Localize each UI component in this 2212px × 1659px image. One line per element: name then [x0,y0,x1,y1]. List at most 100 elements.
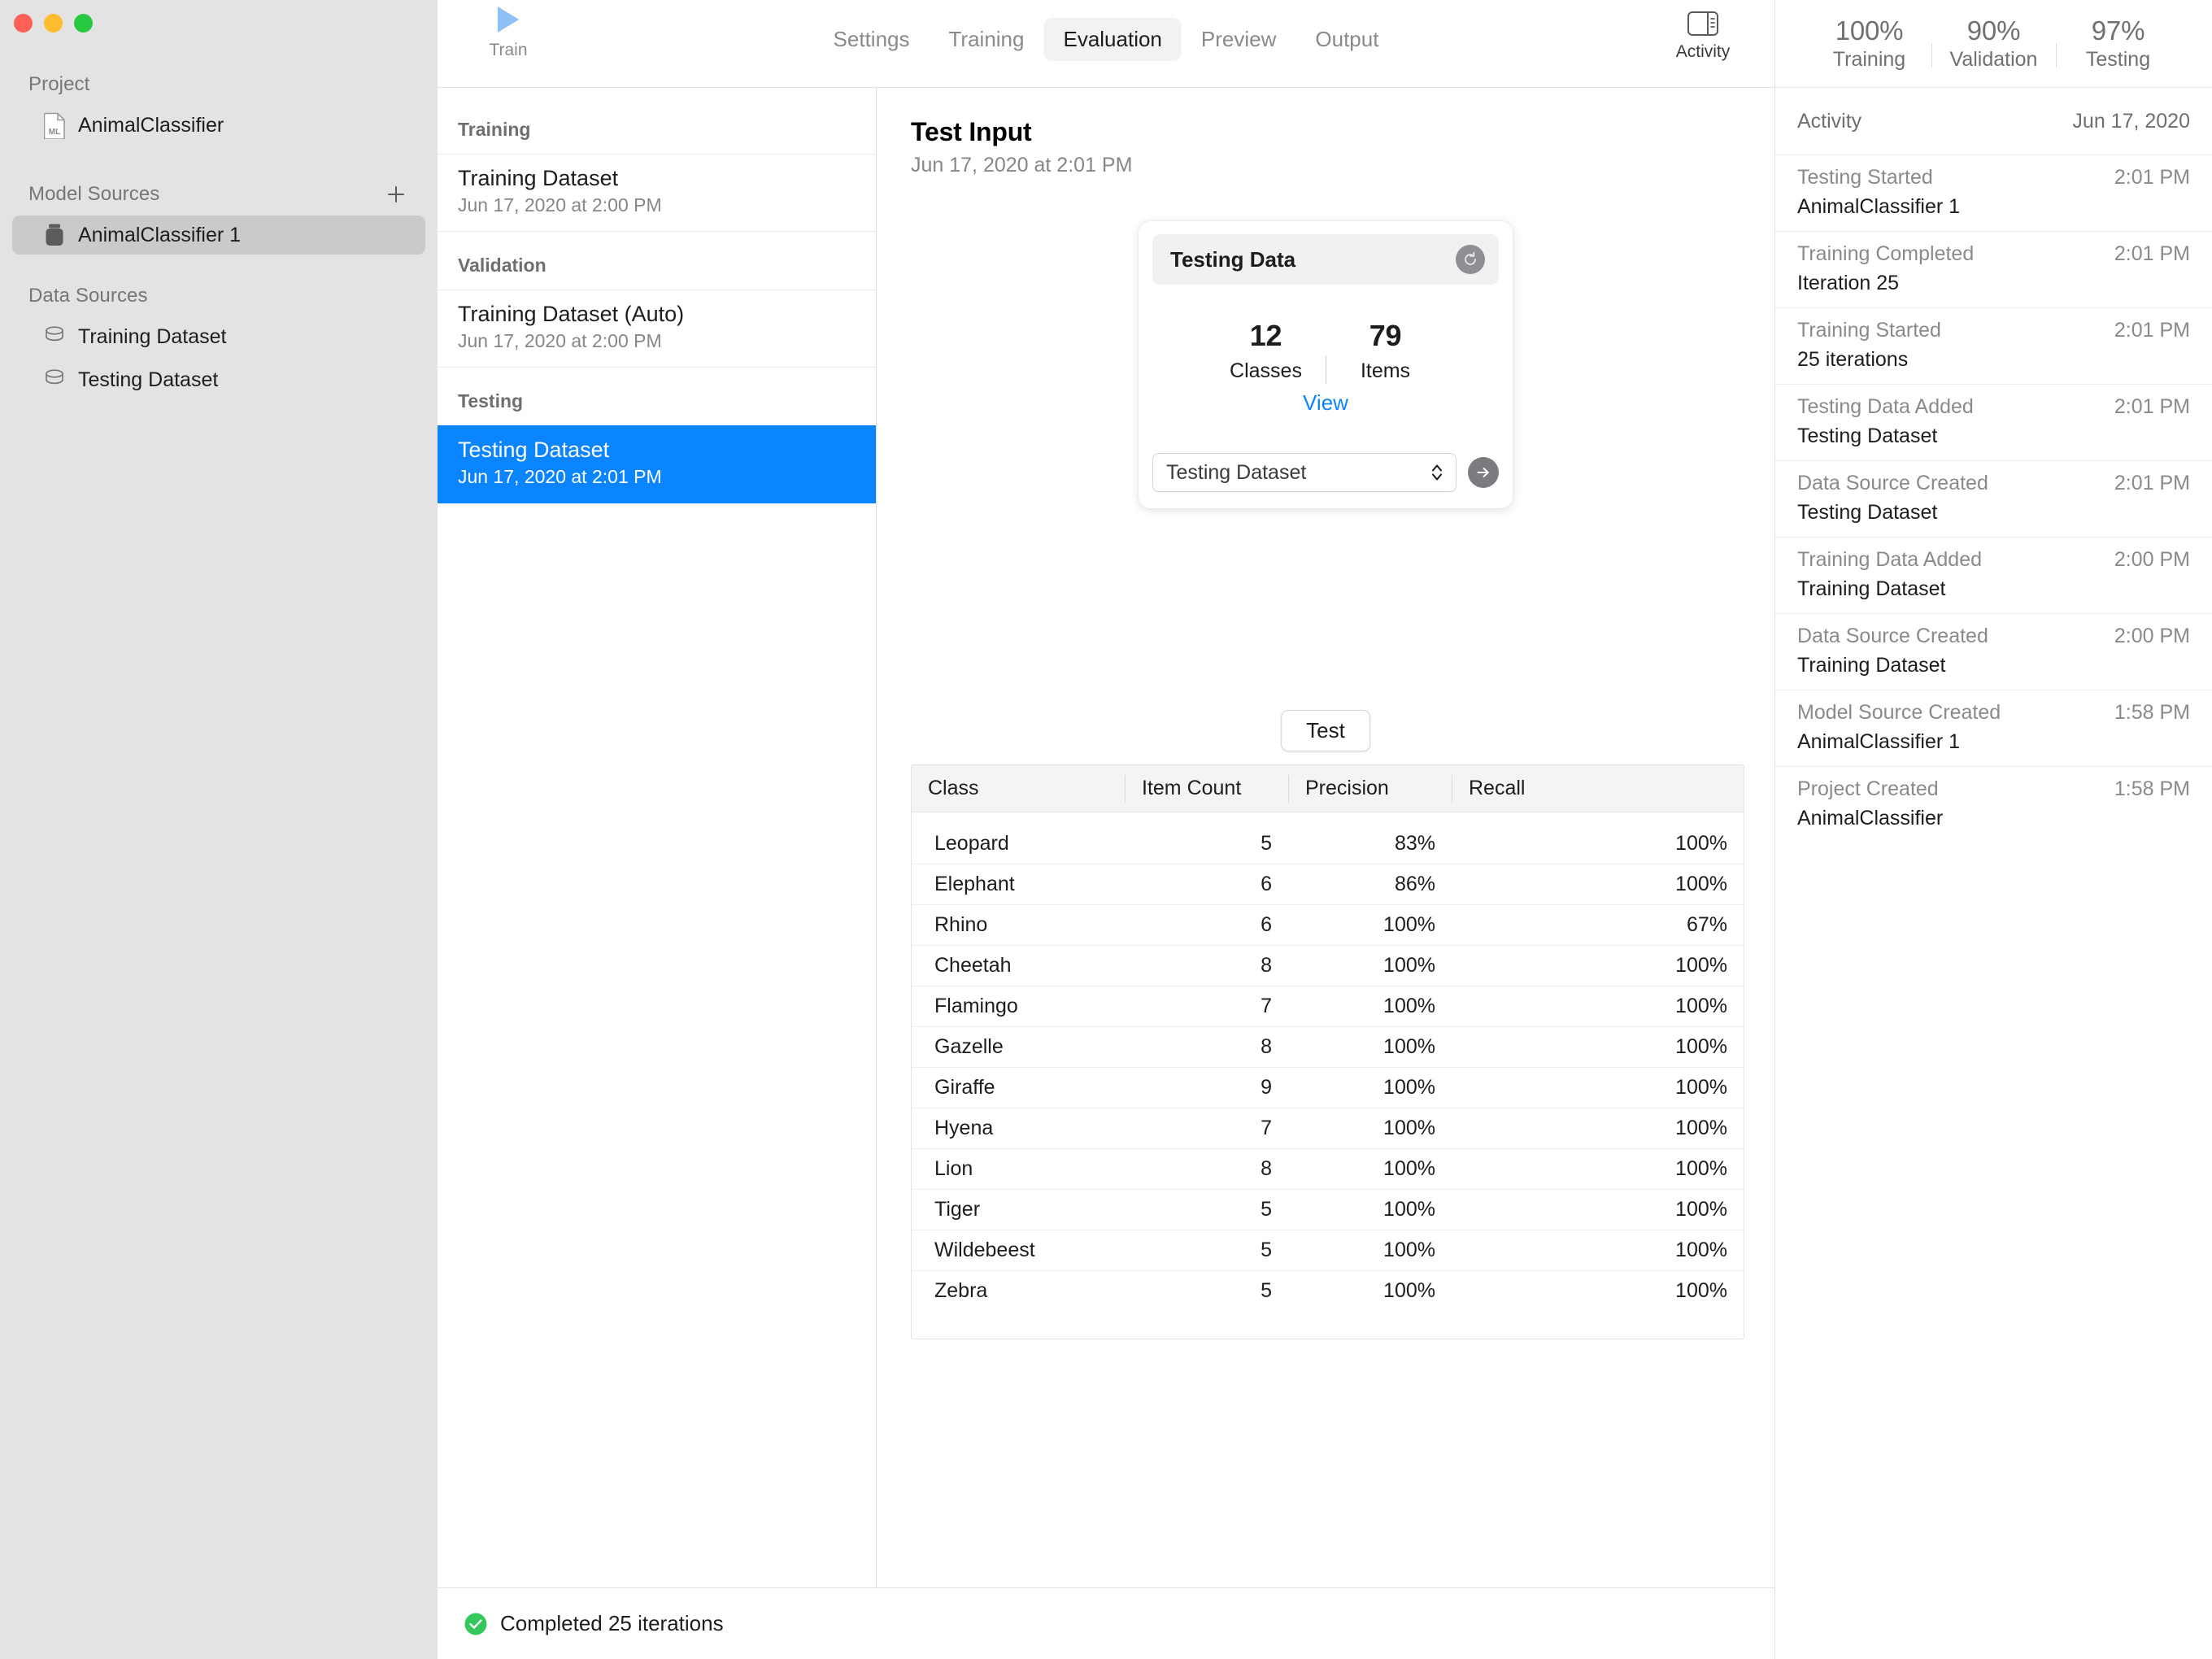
add-model-source-button[interactable] [384,182,408,207]
column-header-item-count[interactable]: Item Count [1125,774,1288,803]
activity-item[interactable]: Model Source Created 1:58 PM AnimalClassif… [1775,690,2212,766]
cell-recall: 100% [1452,1026,1744,1067]
check-circle-icon [464,1613,487,1635]
activity-item-header: Training Started 2:01 PM [1797,319,2190,342]
cell-recall: 100% [1452,1189,1744,1230]
activity-item[interactable]: Data Source Created 2:00 PM Training Datas… [1775,613,2212,690]
activity-item-time: 2:00 PM [2114,548,2190,571]
activity-item[interactable]: Project Created 1:58 PM AnimalClassifier [1775,766,2212,843]
cell-item-count: 8 [1125,945,1288,986]
minimize-button[interactable] [44,14,63,33]
refresh-button[interactable] [1456,245,1485,274]
cell-item-count: 5 [1125,1189,1288,1230]
sidebar-item-data-training-dataset[interactable]: Training Dataset [0,317,438,356]
activity-item-subtitle: Training Dataset [1797,654,1946,677]
list-item-training-dataset-auto[interactable]: Training Dataset (Auto) Jun 17, 2020 at … [438,290,876,368]
activity-item-title: Training Data Added [1797,548,1983,571]
dataset-select[interactable]: Testing Dataset [1152,453,1457,492]
apply-dataset-button[interactable] [1468,457,1499,488]
cell-recall: 100% [1452,1108,1744,1148]
list-item-subtitle: Jun 17, 2020 at 2:01 PM [458,466,662,487]
cell-recall: 100% [1452,1270,1744,1311]
tab-preview[interactable]: Preview [1182,18,1295,61]
cell-class: Zebra [912,1270,1125,1311]
cell-recall: 100% [1452,1067,1744,1108]
list-item-title: Training Dataset [458,166,619,190]
sidebar-item-data-testing-dataset[interactable]: Testing Dataset [0,360,438,399]
activity-item[interactable]: Training Started 2:01 PM 25 iterations [1775,307,2212,384]
card-header: Testing Data [1152,234,1499,285]
table-row[interactable]: Cheetah 8 100% 100% [912,945,1744,986]
activity-item-subtitle: 25 iterations [1797,348,1909,371]
table-row[interactable]: Rhino 6 100% 67% [912,904,1744,945]
activity-item-header: Testing Started 2:01 PM [1797,166,2190,189]
tab-training[interactable]: Training [930,18,1044,61]
table-row[interactable]: Elephant 6 86% 100% [912,864,1744,904]
sidebar-project-label: AnimalClassifier [78,113,224,137]
activity-item[interactable]: Testing Data Added 2:01 PM Testing Dataset [1775,384,2212,460]
table-row[interactable]: Giraffe 9 100% 100% [912,1067,1744,1108]
table-body: Leopard 5 83% 100% Elephant 6 86% 100% Rhino 6 100… [912,812,1744,1339]
cell-item-count: 5 [1125,1230,1288,1270]
column-header-recall[interactable]: Recall [1452,774,1744,803]
list-item-subtitle: Jun 17, 2020 at 2:00 PM [458,330,662,351]
sidebar-model-label: AnimalClassifier 1 [78,223,242,246]
cell-class: Rhino [912,904,1125,945]
view-link[interactable]: View [1152,390,1499,416]
cell-precision: 100% [1288,1026,1452,1067]
status-bar: Completed 25 iterations [438,1587,1774,1659]
sidebar-item-project-animalclassifier[interactable]: ML AnimalClassifier [0,106,438,145]
stat-value: 12 [1249,319,1282,352]
train-button[interactable]: Train [464,7,553,60]
tab-output[interactable]: Output [1295,18,1398,61]
train-button-label: Train [489,41,528,59]
cell-precision: 100% [1288,986,1452,1026]
cell-precision: 100% [1288,1108,1452,1148]
cell-precision: 83% [1394,831,1435,855]
activity-item[interactable]: Training Completed 2:01 PM Iteration 25 [1775,231,2212,307]
table-row[interactable]: Hyena 7 100% 100% [912,1108,1744,1148]
evaluation-results-table: Class Item Count Precision Recall Leopar… [911,764,1744,1339]
cell-class: Elephant [912,864,1125,904]
activity-item-header: Data Source Created 2:00 PM [1797,625,2190,648]
sidebar-item-model-animalclassifier-1[interactable]: AnimalClassifier 1 [12,216,425,255]
table-row[interactable]: Lion 8 100% 100% [912,1148,1744,1189]
activity-header: Activity Jun 17, 2020 [1775,88,2212,155]
activity-item-title: Data Source Created [1797,625,1988,647]
tab-settings[interactable]: Settings [814,18,930,61]
activity-item[interactable]: Testing Started 2:01 PM AnimalClassifier 1 [1775,155,2212,231]
page-title: Test Input [911,117,1032,146]
close-button[interactable] [14,14,33,33]
list-item-testing-dataset[interactable]: Testing Dataset Jun 17, 2020 at 2:01 PM [438,425,876,503]
activity-item-title: Data Source Created [1797,472,1988,494]
cell-precision: 100% [1288,1067,1452,1108]
table-row[interactable]: Zebra 5 100% 100% [912,1270,1744,1311]
toolbar: Train Settings Training Evaluation Previ… [438,0,1774,88]
table-row[interactable]: Wildebeest 5 100% 100% [912,1230,1744,1270]
testing-data-card: Testing Data 12 Classes 79 Items View Te… [1139,221,1513,508]
cell-precision: 100% [1288,945,1452,986]
test-button[interactable]: Test [1281,710,1370,751]
table-row[interactable]: Leopard 5 83% 100% [912,823,1744,864]
activity-item-time: 2:01 PM [2114,395,2190,418]
list-group-title-testing: Testing [458,390,524,411]
svg-text:ML: ML [48,128,59,137]
list-item-title: Training Dataset (Auto) [458,302,685,326]
cell-item-count: 7 [1125,1108,1288,1148]
table-row[interactable]: Tiger 5 100% 100% [912,1189,1744,1230]
detail-pane: Test Input Jun 17, 2020 at 2:01 PM Testi… [877,88,1774,1587]
cell-item-count: 8 [1125,1026,1288,1067]
tab-bar: Settings Training Evaluation Preview Out… [814,18,1399,61]
list-item-training-dataset[interactable]: Training Dataset Jun 17, 2020 at 2:00 PM [438,154,876,232]
activity-item[interactable]: Training Data Added 2:00 PM Training Datas… [1775,537,2212,613]
tab-evaluation[interactable]: Evaluation [1043,18,1182,61]
card-stats: 12 Classes 79 Items [1152,319,1499,384]
column-header-class[interactable]: Class [912,775,1125,803]
zoom-button[interactable] [74,14,93,33]
table-row[interactable]: Gazelle 8 100% 100% [912,1026,1744,1067]
activity-item[interactable]: Data Source Created 2:01 PM Testing Datase… [1775,460,2212,537]
column-header-precision[interactable]: Precision [1288,774,1452,803]
activity-panel-toggle-button[interactable]: Activity [1654,10,1752,62]
sidebar-section-model-sources: Model Sources [28,183,160,205]
table-row[interactable]: Flamingo 7 100% 100% [912,986,1744,1026]
